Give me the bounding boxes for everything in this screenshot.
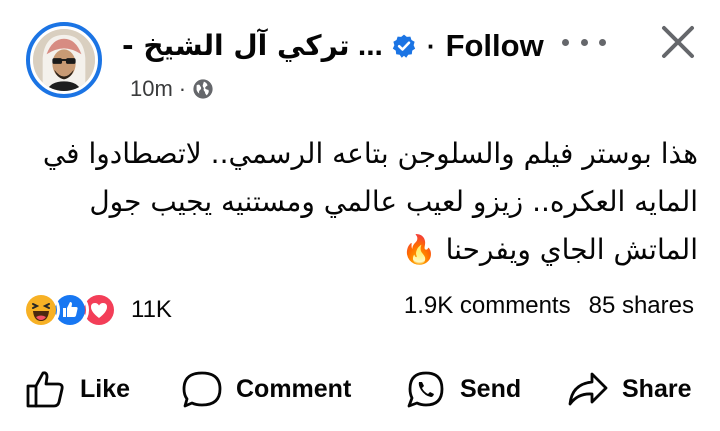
send-label: Send bbox=[460, 374, 522, 403]
whatsapp-icon bbox=[407, 371, 444, 408]
share-label: Share bbox=[622, 374, 692, 403]
meta-separator: · bbox=[178, 76, 187, 101]
more-dot bbox=[562, 38, 569, 46]
share-arrow-icon bbox=[568, 372, 608, 406]
engagement-stats: 1.9K comments 85 shares bbox=[404, 292, 694, 320]
post-text-line: هذا بوستر فيلم والسلوجن بتاعه الرسمي.. ل… bbox=[42, 137, 698, 170]
comment-icon bbox=[182, 371, 222, 408]
reactions-summary[interactable]: 11K bbox=[22, 290, 172, 330]
comments-count[interactable]: 1.9K comments bbox=[404, 292, 571, 320]
like-button[interactable]: Like bbox=[24, 368, 130, 410]
thumbs-up-icon bbox=[26, 371, 64, 408]
comment-button[interactable]: Comment bbox=[180, 368, 351, 410]
post-header: - تركي آل الشيخ ... · Follow bbox=[122, 24, 544, 68]
comment-label: Comment bbox=[236, 374, 352, 403]
profile-photo-icon bbox=[33, 29, 95, 91]
send-button[interactable]: Send bbox=[404, 368, 521, 410]
author-name[interactable]: - تركي آل الشيخ ... bbox=[122, 29, 383, 63]
verified-badge-icon bbox=[391, 33, 417, 59]
avatar-image bbox=[33, 29, 95, 91]
author-name-text: - تركي آل الشيخ bbox=[122, 29, 350, 62]
header-separator: · bbox=[426, 30, 436, 61]
post-text-line: المايه العكره.. زيزو لعيب عالمي ومستنيه … bbox=[89, 185, 698, 218]
haha-icon bbox=[22, 291, 60, 329]
close-icon[interactable] bbox=[656, 20, 700, 64]
action-bar: Like Comment Send Share bbox=[0, 360, 720, 418]
post-text-line: الماتش الجاي ويفرحنا 🔥 bbox=[401, 233, 698, 266]
more-dot bbox=[580, 38, 588, 46]
reaction-count: 11K bbox=[131, 296, 172, 323]
more-options-icon[interactable] bbox=[562, 30, 606, 54]
shares-count[interactable]: 85 shares bbox=[589, 292, 694, 320]
post-text: هذا بوستر فيلم والسلوجن بتاعه الرسمي.. ل… bbox=[22, 130, 698, 274]
share-button[interactable]: Share bbox=[566, 368, 691, 410]
post-timestamp[interactable]: 10m bbox=[130, 76, 173, 102]
avatar[interactable] bbox=[26, 22, 102, 98]
globe-icon bbox=[192, 78, 214, 100]
follow-button[interactable]: Follow bbox=[446, 28, 544, 64]
more-dot bbox=[599, 38, 606, 46]
post-card: - تركي آل الشيخ ... · Follow 10m · هذا ب… bbox=[0, 0, 720, 431]
like-label: Like bbox=[80, 374, 131, 403]
post-meta: 10m · bbox=[130, 76, 214, 102]
author-name-ellipsis: ... bbox=[357, 29, 383, 62]
